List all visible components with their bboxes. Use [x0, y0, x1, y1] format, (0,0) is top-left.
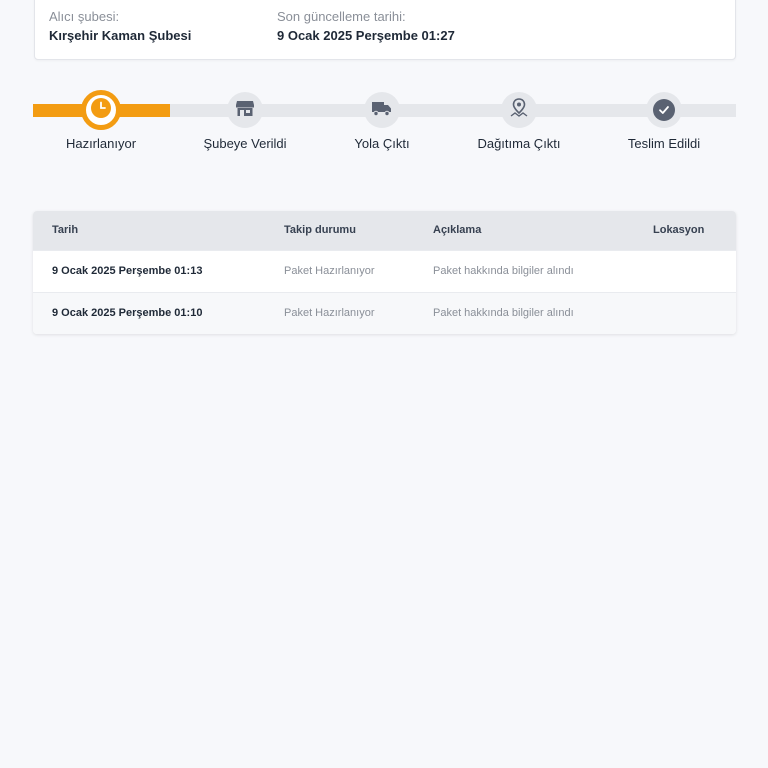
map-pin-icon	[508, 97, 530, 124]
recipient-branch-value: Kırşehir Kaman Şubesi	[49, 28, 192, 43]
step-on-the-way: Yola Çıktı	[312, 88, 452, 151]
step-marker	[501, 92, 537, 128]
check-circle-icon	[653, 99, 675, 121]
column-header-description: Açıklama	[433, 224, 482, 236]
step-preparing-marker	[81, 90, 121, 130]
step-preparing: Hazırlanıyor	[31, 88, 171, 151]
column-header-location: Lokasyon	[653, 224, 705, 236]
step-label: Dağıtıma Çıktı	[477, 136, 561, 151]
clock-icon	[89, 96, 113, 125]
cell-status: Paket Hazırlanıyor	[284, 265, 375, 277]
shipment-info-card: Alıcı şubesi: Kırşehir Kaman Şubesi Son …	[34, 0, 736, 60]
truck-icon	[371, 97, 393, 124]
step-label: Hazırlanıyor	[65, 136, 137, 151]
table-row: 9 Ocak 2025 Perşembe 01:10 Paket Hazırla…	[33, 292, 736, 334]
cell-date: 9 Ocak 2025 Perşembe 01:13	[52, 265, 203, 277]
step-marker	[364, 92, 400, 128]
step-out-for-delivery: Dağıtıma Çıktı	[449, 88, 589, 151]
step-handed-to-branch: Şubeye Verildi	[175, 88, 315, 151]
last-update-label: Son güncelleme tarihi:	[277, 9, 406, 24]
recipient-branch-label: Alıcı şubesi:	[49, 9, 120, 24]
step-marker	[227, 92, 263, 128]
last-update: Son güncelleme tarihi: 9 Ocak 2025 Perşe…	[277, 9, 455, 44]
step-label: Yola Çıktı	[354, 136, 410, 151]
step-label: Teslim Edildi	[627, 136, 701, 151]
step-delivered: Teslim Edildi	[594, 88, 734, 151]
store-icon	[234, 97, 256, 124]
tracking-history-table: Tarih Takip durumu Açıklama Lokasyon 9 O…	[33, 211, 736, 334]
table-body: 9 Ocak 2025 Perşembe 01:13 Paket Hazırla…	[33, 250, 736, 334]
cell-status: Paket Hazırlanıyor	[284, 307, 375, 319]
column-header-date: Tarih	[52, 224, 79, 236]
shipment-progress-stepper: Hazırlanıyor Şubeye Verildi Yola Çıktı D…	[33, 88, 736, 158]
step-label: Şubeye Verildi	[203, 136, 287, 151]
last-update-value: 9 Ocak 2025 Perşembe 01:27	[277, 28, 455, 43]
recipient-branch: Alıcı şubesi: Kırşehir Kaman Şubesi	[49, 9, 191, 44]
column-header-status: Takip durumu	[284, 224, 356, 236]
table-header: Tarih Takip durumu Açıklama Lokasyon	[33, 211, 736, 250]
cell-date: 9 Ocak 2025 Perşembe 01:10	[52, 307, 203, 319]
cell-description: Paket hakkında bilgiler alındı	[433, 265, 574, 277]
table-row: 9 Ocak 2025 Perşembe 01:13 Paket Hazırla…	[33, 250, 736, 292]
cell-description: Paket hakkında bilgiler alındı	[433, 307, 574, 319]
step-marker	[646, 92, 682, 128]
